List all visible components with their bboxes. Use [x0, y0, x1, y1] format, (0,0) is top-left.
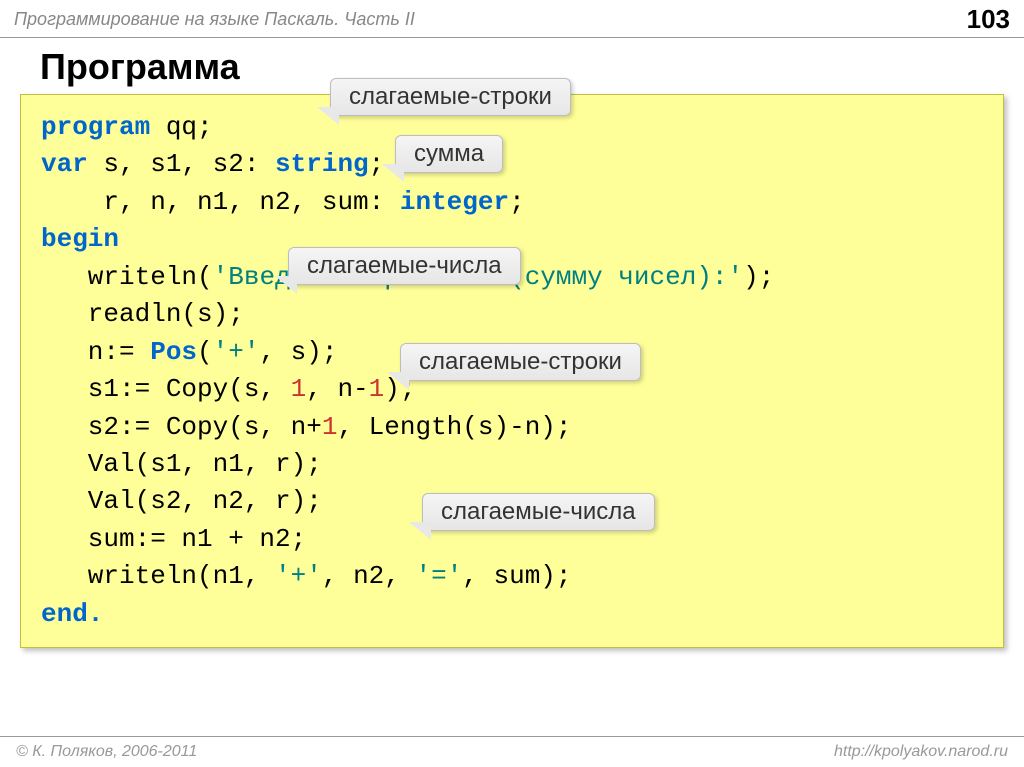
code-line-13: writeln(n1, '+', n2, '=', sum);: [41, 558, 983, 595]
code-line-3: r, n, n1, n2, sum: integer;: [41, 184, 983, 221]
page-header: Программирование на языке Паскаль. Часть…: [0, 0, 1024, 38]
callout-addends-strings-1: слагаемые-строки: [330, 78, 571, 116]
callout-sum: сумма: [395, 135, 503, 173]
callout-addends-numbers-1: слагаемые-числа: [288, 247, 521, 285]
code-line-2: var s, s1, s2: string;: [41, 146, 983, 183]
callout-addends-strings-2: слагаемые-строки: [400, 343, 641, 381]
code-line-10: Val(s1, n1, r);: [41, 446, 983, 483]
footer-url: http://kpolyakov.narod.ru: [834, 743, 1008, 761]
code-line-14: end.: [41, 596, 983, 633]
copyright: © К. Поляков, 2006-2011: [16, 743, 197, 761]
callout-addends-numbers-2: слагаемые-числа: [422, 493, 655, 531]
header-title: Программирование на языке Паскаль. Часть…: [14, 9, 415, 30]
page-number: 103: [967, 4, 1010, 35]
code-line-6: readln(s);: [41, 296, 983, 333]
code-line-9: s2:= Copy(s, n+1, Length(s)-n);: [41, 409, 983, 446]
page-footer: © К. Поляков, 2006-2011 http://kpolyakov…: [0, 736, 1024, 767]
